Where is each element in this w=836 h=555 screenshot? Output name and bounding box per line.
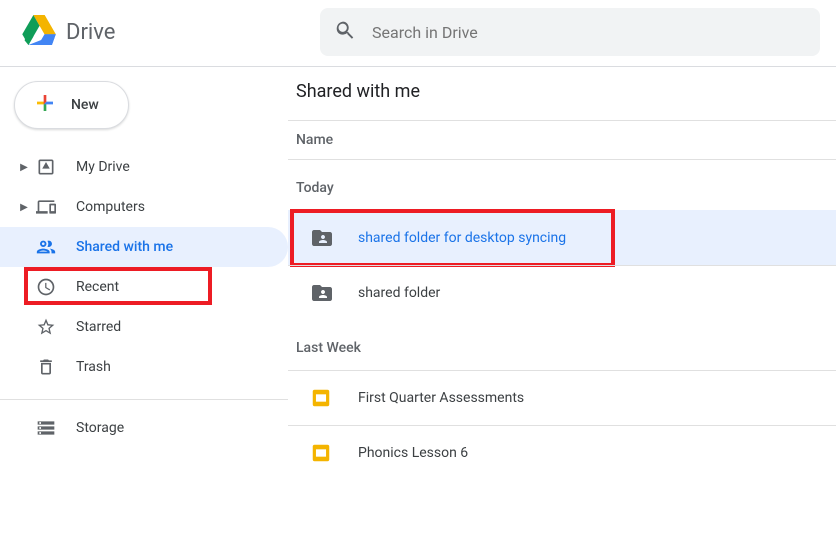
- nav-label: Storage: [76, 420, 124, 436]
- file-row[interactable]: shared folder: [288, 265, 836, 320]
- nav-list: ▶ My Drive ▶ Computers ▶ Shared with me: [0, 147, 288, 448]
- section-today: Today: [288, 160, 836, 210]
- star-icon: [34, 317, 58, 337]
- caret-icon: ▶: [14, 162, 34, 173]
- nav-label: Computers: [76, 199, 145, 215]
- divider: [0, 399, 288, 400]
- file-row[interactable]: First Quarter Assessments: [288, 370, 836, 425]
- nav-label: My Drive: [76, 159, 130, 175]
- brand-name: Drive: [66, 20, 115, 45]
- content-pane: Shared with me Name Today shared folder …: [288, 67, 836, 552]
- nav-label: Recent: [76, 279, 119, 295]
- sidebar: New ▶ My Drive ▶ Computers ▶: [0, 67, 288, 552]
- nav-trash[interactable]: ▶ Trash: [0, 347, 288, 387]
- new-button[interactable]: New: [14, 81, 129, 129]
- file-name: shared folder for desktop syncing: [358, 230, 566, 246]
- file-name: First Quarter Assessments: [358, 390, 524, 406]
- nav-starred[interactable]: ▶ Starred: [0, 307, 288, 347]
- nav-shared-with-me[interactable]: ▶ Shared with me: [0, 227, 288, 267]
- main-area: New ▶ My Drive ▶ Computers ▶: [0, 67, 836, 552]
- search-input[interactable]: [372, 23, 806, 42]
- nav-label: Starred: [76, 319, 121, 335]
- logo-block[interactable]: Drive: [22, 15, 320, 49]
- page-title: Shared with me: [288, 81, 836, 120]
- nav-storage[interactable]: ▶ Storage: [0, 408, 288, 448]
- file-row[interactable]: Phonics Lesson 6: [288, 425, 836, 480]
- nav-label: Trash: [76, 359, 111, 375]
- file-row[interactable]: shared folder for desktop syncing: [288, 210, 836, 265]
- section-last-week: Last Week: [288, 320, 836, 370]
- shared-folder-icon: [310, 281, 334, 305]
- search-icon: [334, 19, 356, 45]
- caret-icon: ▶: [14, 202, 34, 213]
- slides-icon: [310, 442, 334, 464]
- nav-my-drive[interactable]: ▶ My Drive: [0, 147, 288, 187]
- shared-folder-icon: [310, 226, 334, 250]
- nav-label: Shared with me: [76, 239, 173, 255]
- my-drive-icon: [34, 157, 58, 177]
- people-icon: [34, 236, 58, 258]
- nav-computers[interactable]: ▶ Computers: [0, 187, 288, 227]
- storage-icon: [34, 418, 58, 438]
- search-bar[interactable]: [320, 8, 820, 56]
- file-name: shared folder: [358, 285, 440, 301]
- column-header-name[interactable]: Name: [288, 120, 836, 160]
- slides-icon: [310, 387, 334, 409]
- trash-icon: [34, 357, 58, 377]
- computers-icon: [34, 197, 58, 217]
- file-name: Phonics Lesson 6: [358, 445, 468, 461]
- nav-recent[interactable]: ▶ Recent: [0, 267, 288, 307]
- plus-icon: [33, 91, 57, 119]
- new-button-label: New: [71, 97, 99, 113]
- clock-icon: [34, 277, 58, 297]
- app-header: Drive: [0, 0, 836, 67]
- drive-logo-icon: [22, 15, 56, 49]
